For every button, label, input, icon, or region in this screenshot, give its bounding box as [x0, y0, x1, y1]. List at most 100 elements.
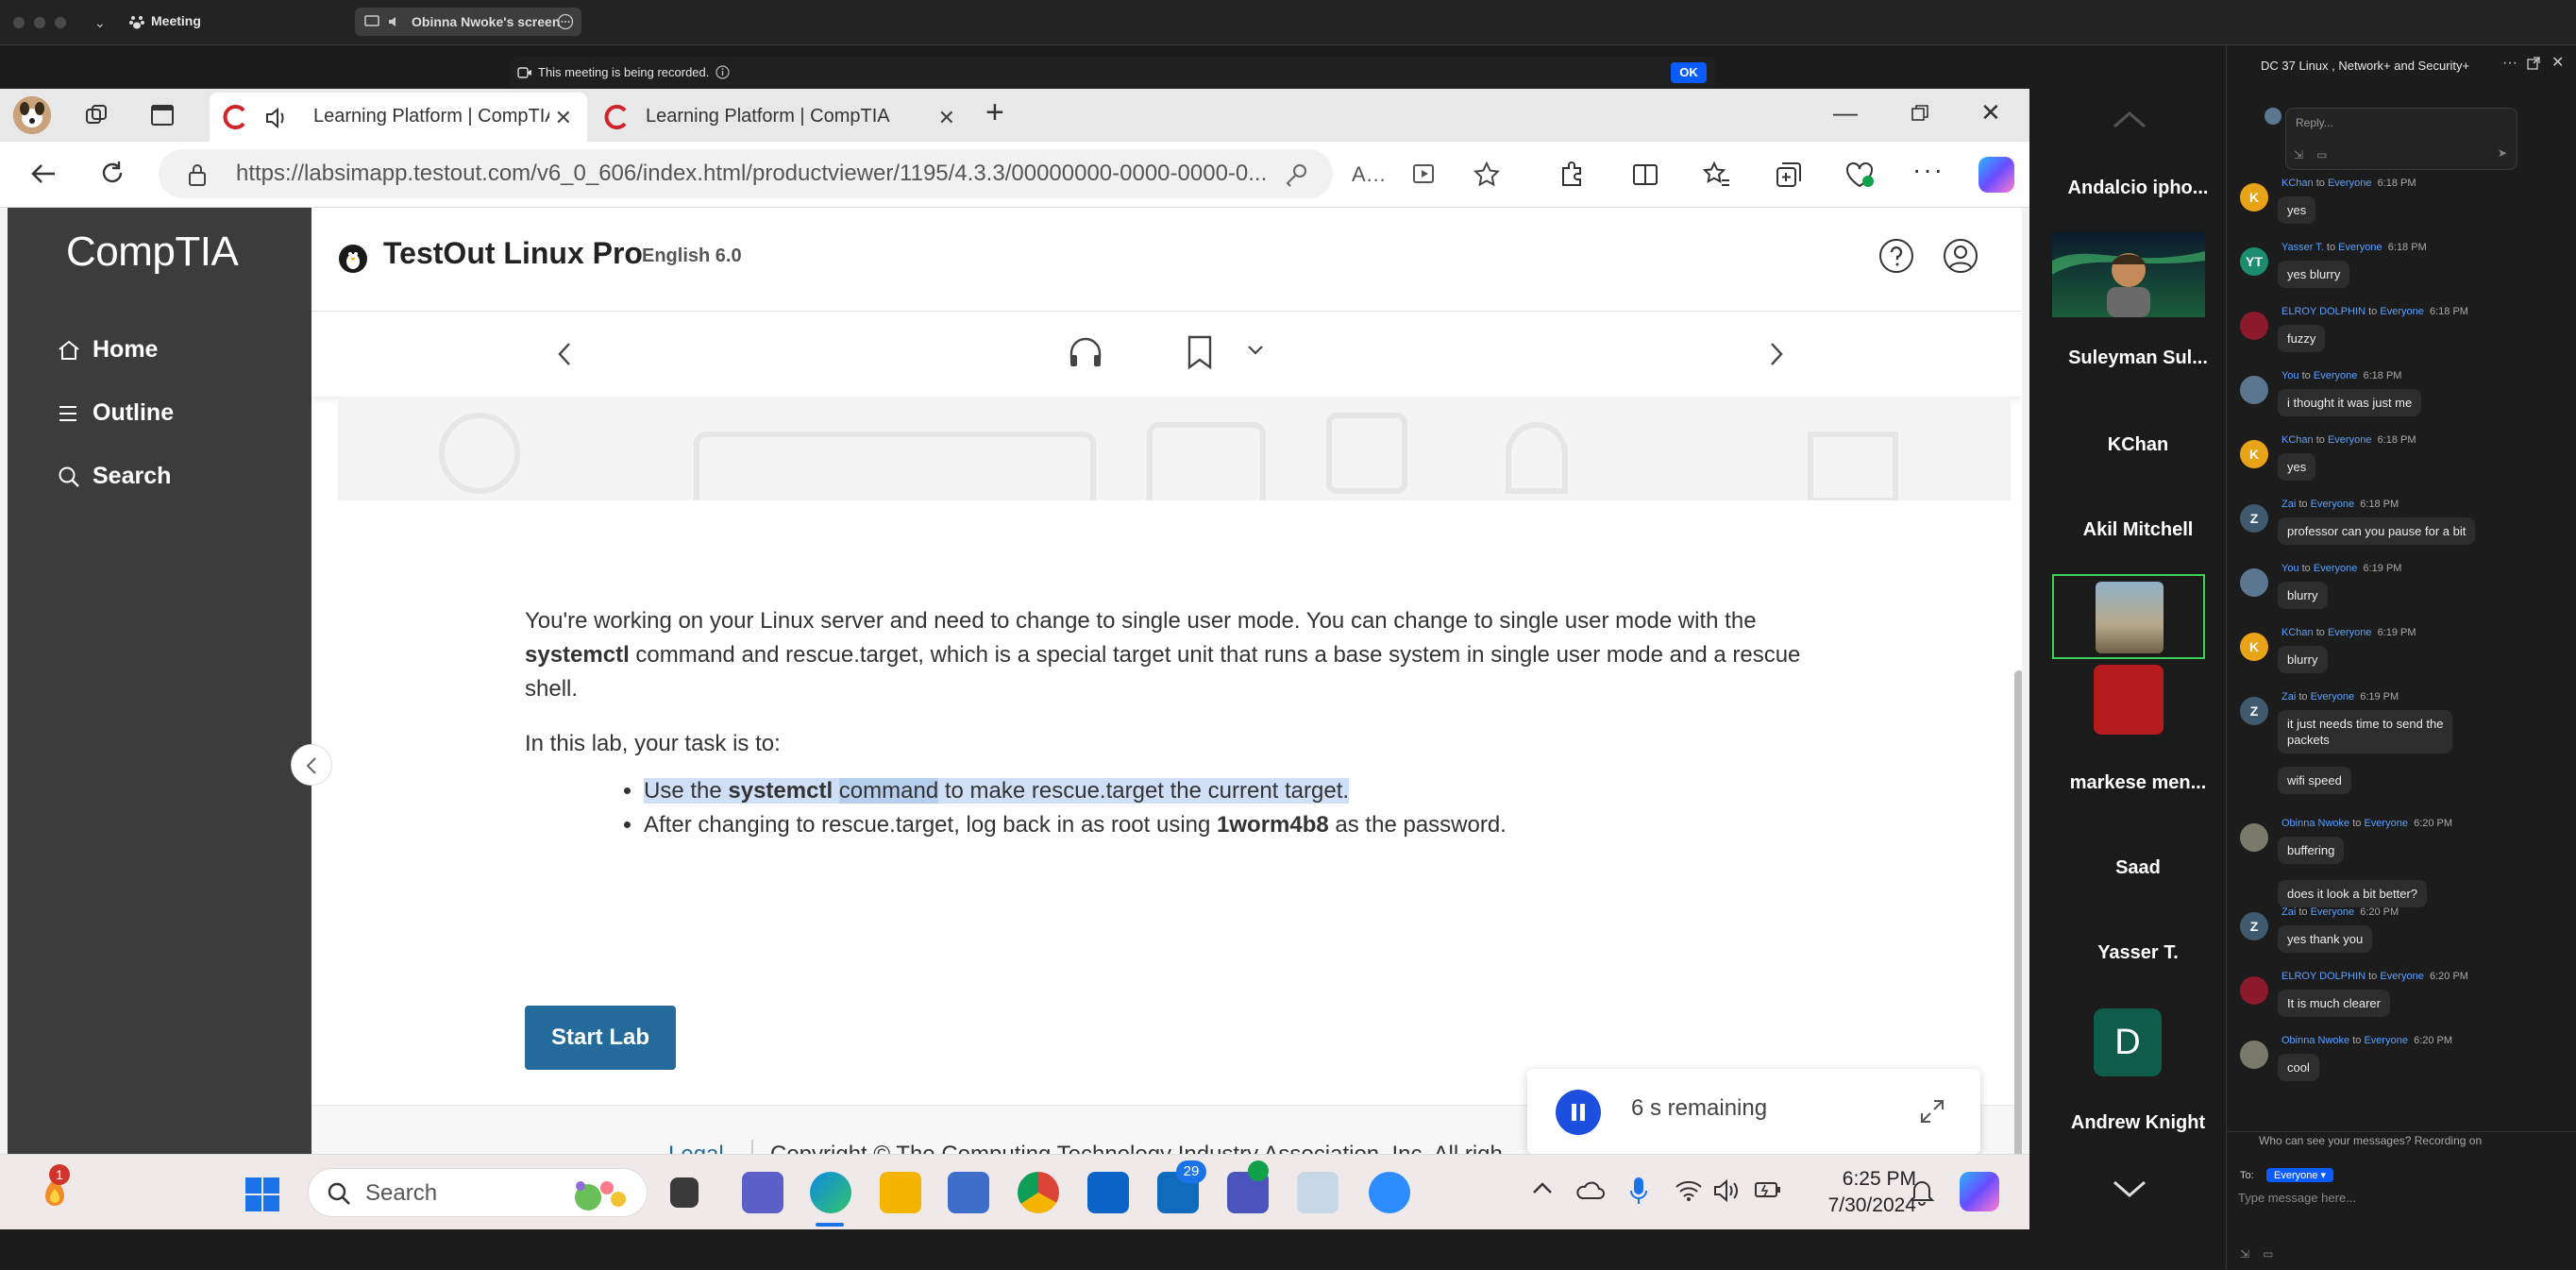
zoom-icon[interactable]	[1369, 1172, 1410, 1213]
chat-message[interactable]: K KChan to Everyone 6:18 PM yes	[2227, 434, 2576, 481]
url-bar[interactable]: https://labsimapp.testout.com/v6_0_606/i…	[159, 149, 1333, 198]
participant-video-tile[interactable]	[2052, 232, 2205, 317]
chat-message[interactable]: Obinna Nwoke to Everyone 6:20 PM bufferin…	[2227, 818, 2576, 864]
participant-name[interactable]: Andrew Knight	[2052, 1112, 2224, 1134]
info-icon[interactable]	[716, 65, 730, 79]
workspaces-icon[interactable]	[83, 102, 109, 128]
pause-button[interactable]	[1556, 1090, 1601, 1135]
close-icon[interactable]: ✕	[2551, 53, 2564, 72]
participant-name[interactable]: Saad	[2052, 857, 2224, 879]
tab-actions-icon[interactable]	[149, 102, 176, 128]
participant-initial-avatar[interactable]: D	[2094, 1008, 2162, 1076]
more-options-icon[interactable]	[557, 13, 574, 30]
restore-button[interactable]	[1911, 104, 1929, 123]
close-window-button[interactable]	[13, 17, 25, 28]
minimize-button[interactable]: —	[1833, 98, 1858, 127]
key-icon[interactable]	[1284, 162, 1308, 187]
edge-icon[interactable]	[810, 1172, 851, 1213]
task-view-icon[interactable]	[670, 1177, 699, 1208]
page-scrollbar[interactable]	[2014, 670, 2022, 1220]
chat-message[interactable]: You to Everyone 6:19 PM blurry	[2227, 563, 2576, 609]
emoji-icon[interactable]: ⇲	[2240, 1247, 2249, 1261]
chat-message[interactable]: YT Yasser T. to Everyone 6:18 PM yes blurr…	[2227, 242, 2576, 288]
profile-avatar[interactable]	[13, 96, 51, 134]
copilot-icon[interactable]	[1978, 157, 2014, 193]
more-menu-icon[interactable]: ···	[1912, 155, 1945, 185]
read-aloud-icon[interactable]: A…	[1352, 162, 1387, 187]
back-icon[interactable]	[28, 159, 59, 189]
start-lab-button[interactable]: Start Lab	[525, 1006, 676, 1070]
chat-message[interactable]: K KChan to Everyone 6:18 PM yes	[2227, 178, 2576, 224]
previous-icon[interactable]	[555, 340, 574, 368]
chevron-down-icon[interactable]	[1246, 344, 1265, 357]
maximize-window-button[interactable]	[55, 17, 66, 28]
active-speaker-tile[interactable]	[2052, 574, 2205, 659]
headphones-icon[interactable]	[1067, 336, 1104, 370]
reply-box[interactable]: Reply... ⇲ ▭ ➤	[2285, 108, 2517, 170]
chat-message[interactable]: Obinna Nwoke to Everyone 6:20 PM cool	[2227, 1035, 2576, 1081]
screen-share-pill[interactable]: Obinna Nwoke's screen	[355, 8, 581, 36]
participant-name[interactable]: KChan	[2052, 434, 2224, 456]
participant-name[interactable]: Andalcio ipho...	[2052, 178, 2224, 199]
outlook-new-icon[interactable]	[1087, 1172, 1129, 1213]
system-clock[interactable]: 6:25 PM 7/30/2024	[1812, 1166, 1916, 1219]
message-input[interactable]: Type message here...	[2238, 1191, 2356, 1205]
close-window-button[interactable]: ✕	[1980, 98, 2001, 127]
chat-message[interactable]: wifi speed	[2227, 767, 2576, 795]
taskbar-search[interactable]: Search	[308, 1168, 648, 1217]
tab-learning-platform[interactable]: Learning Platform | CompTIA ✕	[593, 93, 970, 142]
ok-button[interactable]: OK	[1671, 62, 1707, 83]
new-tab-button[interactable]: +	[985, 94, 1004, 131]
tab-learning-platform-active[interactable]: Learning Platform | CompTIA ✕	[210, 93, 587, 142]
chevron-down-icon[interactable]: ⌄	[94, 15, 106, 31]
recipient-select[interactable]: Everyone ▾	[2266, 1168, 2334, 1182]
expand-icon[interactable]	[1918, 1097, 1946, 1126]
battery-icon[interactable]	[1754, 1179, 1782, 1200]
start-icon[interactable]	[244, 1176, 281, 1213]
chat-message[interactable]: does it look a bit better?	[2227, 880, 2576, 908]
more-options-icon[interactable]: ···	[2502, 55, 2517, 72]
store-icon[interactable]	[948, 1172, 989, 1213]
gallery-scroll-down-icon[interactable]	[2111, 1178, 2148, 1199]
comptia-logo[interactable]: CompTIA	[66, 229, 239, 276]
close-tab-icon[interactable]: ✕	[938, 106, 955, 130]
participant-name[interactable]: Yasser T.	[2052, 942, 2224, 964]
file-icon[interactable]: ▭	[2316, 148, 2327, 161]
privacy-note[interactable]: Who can see your messages? Recording on	[2259, 1134, 2482, 1147]
help-icon[interactable]	[1878, 238, 1914, 274]
account-icon[interactable]	[1943, 238, 1978, 274]
meeting-label[interactable]: Meeting	[151, 13, 201, 28]
chat-message[interactable]: ELROY DOLPHIN to Everyone 6:20 PM It is m…	[2227, 971, 2576, 1017]
lock-icon[interactable]	[187, 162, 208, 187]
file-icon[interactable]: ▭	[2263, 1247, 2273, 1261]
speaker-icon[interactable]	[264, 106, 291, 130]
participant-avatar-tile[interactable]	[2094, 665, 2164, 735]
refresh-icon[interactable]	[98, 159, 126, 187]
chat-message[interactable]: Z Zai to Everyone 6:19 PM it just needs ti…	[2227, 691, 2576, 754]
immersive-reader-icon[interactable]	[1412, 162, 1439, 187]
onedrive-icon[interactable]	[1574, 1179, 1605, 1200]
participant-name[interactable]: Akil Mitchell	[2052, 519, 2224, 541]
chevron-up-icon[interactable]	[1531, 1179, 1554, 1196]
microphone-icon[interactable]	[1629, 1176, 1648, 1206]
chat-message[interactable]: Z Zai to Everyone 6:20 PM yes thank you	[2227, 906, 2576, 953]
chat-message[interactable]: ELROY DOLPHIN to Everyone 6:18 PM fuzzy	[2227, 306, 2576, 352]
chat-message[interactable]: Z Zai to Everyone 6:18 PM professor can yo…	[2227, 499, 2576, 545]
send-icon[interactable]: ➤	[2498, 146, 2507, 160]
notifications-bell-icon[interactable]	[1909, 1177, 1935, 1206]
collapse-sidebar-button[interactable]	[291, 744, 332, 786]
copilot-taskbar-icon[interactable]	[1960, 1172, 1999, 1211]
extensions-icon[interactable]	[1557, 161, 1586, 189]
bookmark-icon[interactable]	[1186, 334, 1214, 370]
chat-message[interactable]: K KChan to Everyone 6:19 PM blurry	[2227, 627, 2576, 673]
app-window-icon[interactable]	[1297, 1172, 1339, 1213]
teams-icon[interactable]	[742, 1172, 783, 1213]
favorite-star-icon[interactable]	[1473, 161, 1501, 189]
collections-icon[interactable]	[1775, 161, 1803, 189]
file-explorer-icon[interactable]	[880, 1172, 921, 1213]
browser-essentials-icon[interactable]	[1844, 161, 1875, 189]
split-screen-icon[interactable]	[1631, 161, 1659, 189]
favorites-icon[interactable]	[1703, 161, 1731, 189]
wifi-icon[interactable]	[1675, 1179, 1703, 1202]
pop-out-icon[interactable]	[2527, 57, 2540, 70]
